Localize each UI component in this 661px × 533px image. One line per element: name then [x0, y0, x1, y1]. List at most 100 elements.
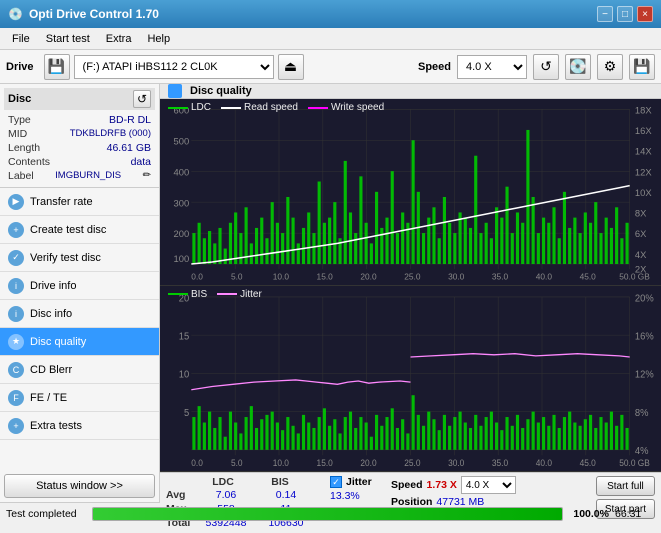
jitter-checkbox[interactable]: ✓ [330, 476, 342, 488]
drive-label: Drive [6, 61, 34, 73]
bis-col-header: BIS [254, 476, 306, 488]
svg-text:200: 200 [174, 229, 190, 239]
chart-header: Disc quality [160, 84, 661, 99]
svg-text:10.0: 10.0 [273, 272, 290, 282]
legend-write-speed-label: Write speed [331, 102, 384, 113]
legend-ldc: LDC [168, 102, 211, 113]
svg-text:50.0 GB: 50.0 GB [619, 458, 650, 468]
stat-avg-row: Avg 7.06 0.14 [166, 489, 316, 501]
speed-stat-select[interactable]: 4.0 X [461, 476, 516, 494]
nav-fe-te-label: FE / TE [30, 392, 67, 404]
menu-file[interactable]: File [4, 31, 38, 47]
eject-button[interactable]: ⏏ [278, 54, 304, 80]
nav-fe-te[interactable]: F FE / TE [0, 384, 159, 412]
disc-label-label: Label [8, 170, 34, 182]
svg-text:25.0: 25.0 [404, 272, 421, 282]
nav-extra-tests-label: Extra tests [30, 420, 82, 432]
disc-length-row: Length 46.61 GB [4, 141, 155, 155]
disc-mid-value: TDKBLDRFB (000) [70, 128, 151, 140]
drive-select[interactable]: (F:) ATAPI iHBS112 2 CL0K [74, 55, 274, 79]
minimize-button[interactable]: − [597, 6, 613, 22]
svg-text:8X: 8X [635, 209, 647, 219]
svg-text:4%: 4% [635, 446, 649, 457]
svg-text:35.0: 35.0 [492, 458, 508, 468]
menu-start-test[interactable]: Start test [38, 31, 98, 47]
nav-verify-label: Verify test disc [30, 252, 101, 264]
disc-section-title: Disc [8, 93, 31, 105]
settings-button[interactable]: ⚙ [597, 54, 623, 80]
disc-header: Disc ↺ [4, 88, 155, 110]
nav-verify-test-disc[interactable]: ✓ Verify test disc [0, 244, 159, 272]
svg-text:40.0: 40.0 [536, 458, 552, 468]
nav-disc-info-label: Disc info [30, 308, 72, 320]
svg-text:45.0: 45.0 [580, 272, 597, 282]
refresh-button[interactable]: ↺ [533, 54, 559, 80]
disc-type-label: Type [8, 114, 31, 126]
svg-text:30.0: 30.0 [448, 458, 464, 468]
close-button[interactable]: × [637, 6, 653, 22]
svg-text:8%: 8% [635, 407, 649, 418]
nav-transfer-rate[interactable]: ▶ Transfer rate [0, 188, 159, 216]
drive-icon-btn[interactable]: 💾 [44, 54, 70, 80]
disc-contents-row: Contents data [4, 155, 155, 169]
lower-chart-svg: 20 15 10 5 20% 16% 12% 8% 4% 0.0 5.0 10.… [160, 286, 661, 472]
drive-selector-area: 💾 (F:) ATAPI iHBS112 2 CL0K ⏏ [44, 54, 404, 80]
charts-area: LDC Read speed Write speed [160, 99, 661, 472]
svg-text:14X: 14X [635, 147, 652, 157]
nav-drive-info-label: Drive info [30, 280, 76, 292]
nav-extra-tests[interactable]: + Extra tests [0, 412, 159, 440]
nav-drive-info[interactable]: i Drive info [0, 272, 159, 300]
legend-read-speed: Read speed [221, 102, 298, 113]
legend-ldc-label: LDC [191, 102, 211, 113]
nav-disc-quality-icon: ★ [8, 334, 24, 350]
svg-text:50.0 GB: 50.0 GB [619, 272, 650, 282]
chart-title: Disc quality [190, 85, 252, 97]
nav-cd-blerr[interactable]: C CD Blerr [0, 356, 159, 384]
disc-button[interactable]: 💽 [565, 54, 591, 80]
disc-label-edit-icon[interactable]: ✏ [143, 170, 151, 182]
legend-write-speed: Write speed [308, 102, 384, 113]
legend-bis-label: BIS [191, 289, 207, 300]
progress-fill [93, 508, 562, 520]
speed-select[interactable]: 4.0 X [457, 55, 527, 79]
legend-bis: BIS [168, 289, 207, 300]
status-window-button[interactable]: Status window >> [4, 474, 155, 498]
disc-refresh-icon[interactable]: ↺ [133, 90, 151, 108]
nav-transfer-rate-icon: ▶ [8, 194, 24, 210]
svg-text:25.0: 25.0 [404, 458, 420, 468]
nav-disc-quality[interactable]: ★ Disc quality [0, 328, 159, 356]
svg-text:40.0: 40.0 [536, 272, 553, 282]
app-title: Opti Drive Control 1.70 [29, 7, 159, 21]
menu-bar: File Start test Extra Help [0, 28, 661, 50]
stat-avg-label: Avg [166, 489, 196, 501]
menu-help[interactable]: Help [139, 31, 178, 47]
nav-disc-quality-label: Disc quality [30, 336, 86, 348]
ldc-col-header: LDC [194, 476, 252, 488]
progress-percentage: 100.0% [569, 508, 609, 520]
jitter-avg-row: 13.3% [330, 490, 375, 502]
save-button[interactable]: 💾 [629, 54, 655, 80]
svg-text:400: 400 [174, 167, 190, 177]
maximize-button[interactable]: □ [617, 6, 633, 22]
progress-time: 66:31 [615, 508, 655, 520]
stats-table: LDC BIS Avg 7.06 0.14 Max 558 11 Total [166, 476, 316, 530]
svg-text:4X: 4X [635, 250, 647, 260]
nav-cd-icon: C [8, 362, 24, 378]
svg-text:16%: 16% [635, 331, 654, 342]
disc-label-value: IMGBURN_DIS [55, 170, 121, 182]
start-full-button[interactable]: Start full [596, 476, 655, 496]
nav-disc-info[interactable]: i Disc info [0, 300, 159, 328]
menu-extra[interactable]: Extra [98, 31, 140, 47]
stat-avg-ldc: 7.06 [196, 489, 256, 501]
nav-create-test-disc[interactable]: + Create test disc [0, 216, 159, 244]
legend-jitter: Jitter [217, 289, 262, 300]
svg-text:10.0: 10.0 [273, 458, 289, 468]
upper-chart-legend: LDC Read speed Write speed [168, 102, 384, 113]
svg-text:15: 15 [179, 331, 189, 342]
svg-text:35.0: 35.0 [492, 272, 509, 282]
jitter-avg-val: 13.3% [330, 490, 375, 502]
chart-header-icon [168, 84, 182, 98]
left-panel: Disc ↺ Type BD-R DL MID TDKBLDRFB (000) … [0, 84, 160, 502]
disc-type-row: Type BD-R DL [4, 113, 155, 127]
speed-label: Speed [418, 61, 451, 73]
